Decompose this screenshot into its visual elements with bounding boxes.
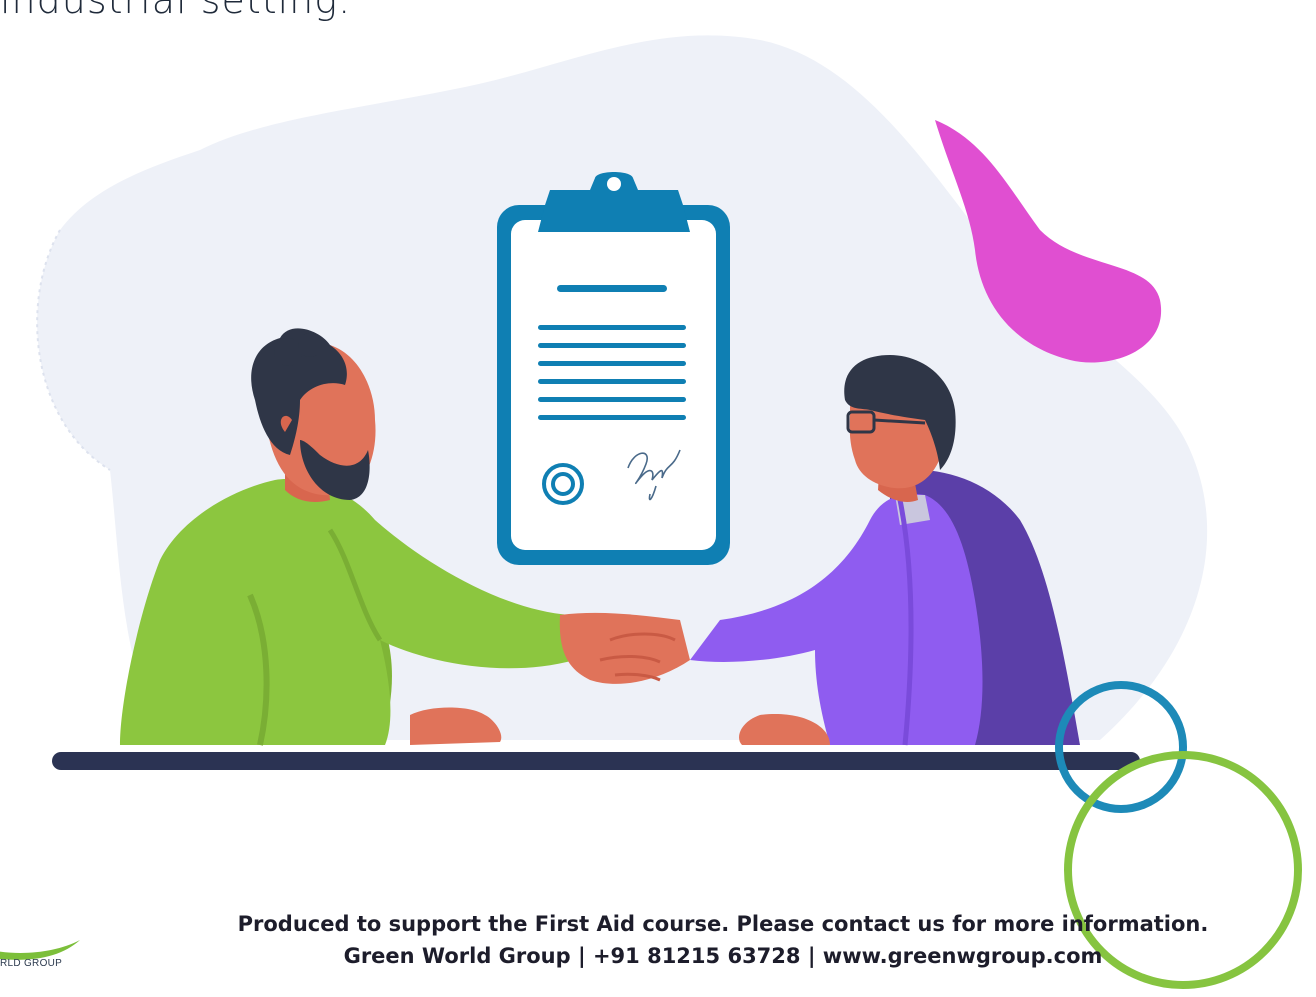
footer: Produced to support the First Aid course… — [160, 908, 1286, 972]
clipboard-icon — [497, 172, 730, 565]
logo-text: RLD GROUP — [0, 958, 63, 969]
footer-line-2: Green World Group | +91 81215 63728 | ww… — [343, 944, 1103, 968]
desk — [52, 752, 1140, 770]
footer-line-1: Produced to support the First Aid course… — [237, 912, 1209, 936]
green-world-logo — [0, 940, 80, 960]
handshake-illustration — [36, 35, 1302, 989]
